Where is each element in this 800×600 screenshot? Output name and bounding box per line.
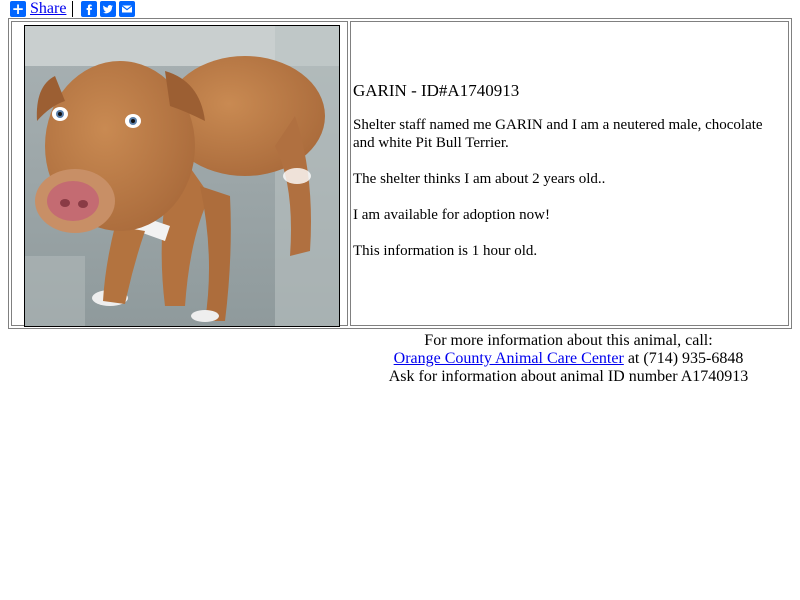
shelter-phone: at (714) 935-6848	[623, 350, 744, 367]
pet-title: GARIN - ID#A1740913	[353, 81, 520, 100]
twitter-icon[interactable]	[100, 1, 117, 17]
pet-photo[interactable]	[24, 25, 340, 327]
contact-line-2: Orange County Animal Care Center at (714…	[353, 350, 784, 368]
email-icon[interactable]	[119, 1, 136, 17]
contact-line-3: Ask for information about animal ID numb…	[388, 368, 749, 385]
share-link[interactable]: Share	[30, 0, 66, 18]
pet-description: GARIN - ID#A1740913 Shelter staff named …	[353, 82, 783, 278]
plus-icon[interactable]: +	[10, 1, 26, 17]
share-divider	[72, 1, 74, 17]
contact-info: For more information about this animal, …	[353, 332, 784, 386]
share-bar: + Share	[10, 0, 138, 18]
pet-listing-table: GARIN - ID#A1740913 Shelter staff named …	[8, 18, 792, 329]
shelter-link[interactable]: Orange County Animal Care Center	[394, 350, 624, 367]
photo-cell	[11, 21, 348, 327]
pet-age: The shelter thinks I am about 2 years ol…	[353, 171, 606, 187]
pet-availability: I am available for adoption now!	[353, 207, 551, 223]
description-cell: GARIN - ID#A1740913 Shelter staff named …	[350, 21, 789, 326]
pet-description-1: Shelter staff named me GARIN and I am a …	[353, 117, 763, 151]
pet-info-age: This information is 1 hour old.	[353, 243, 538, 259]
facebook-icon[interactable]	[81, 1, 98, 17]
contact-line-1: For more information about this animal, …	[424, 332, 713, 349]
